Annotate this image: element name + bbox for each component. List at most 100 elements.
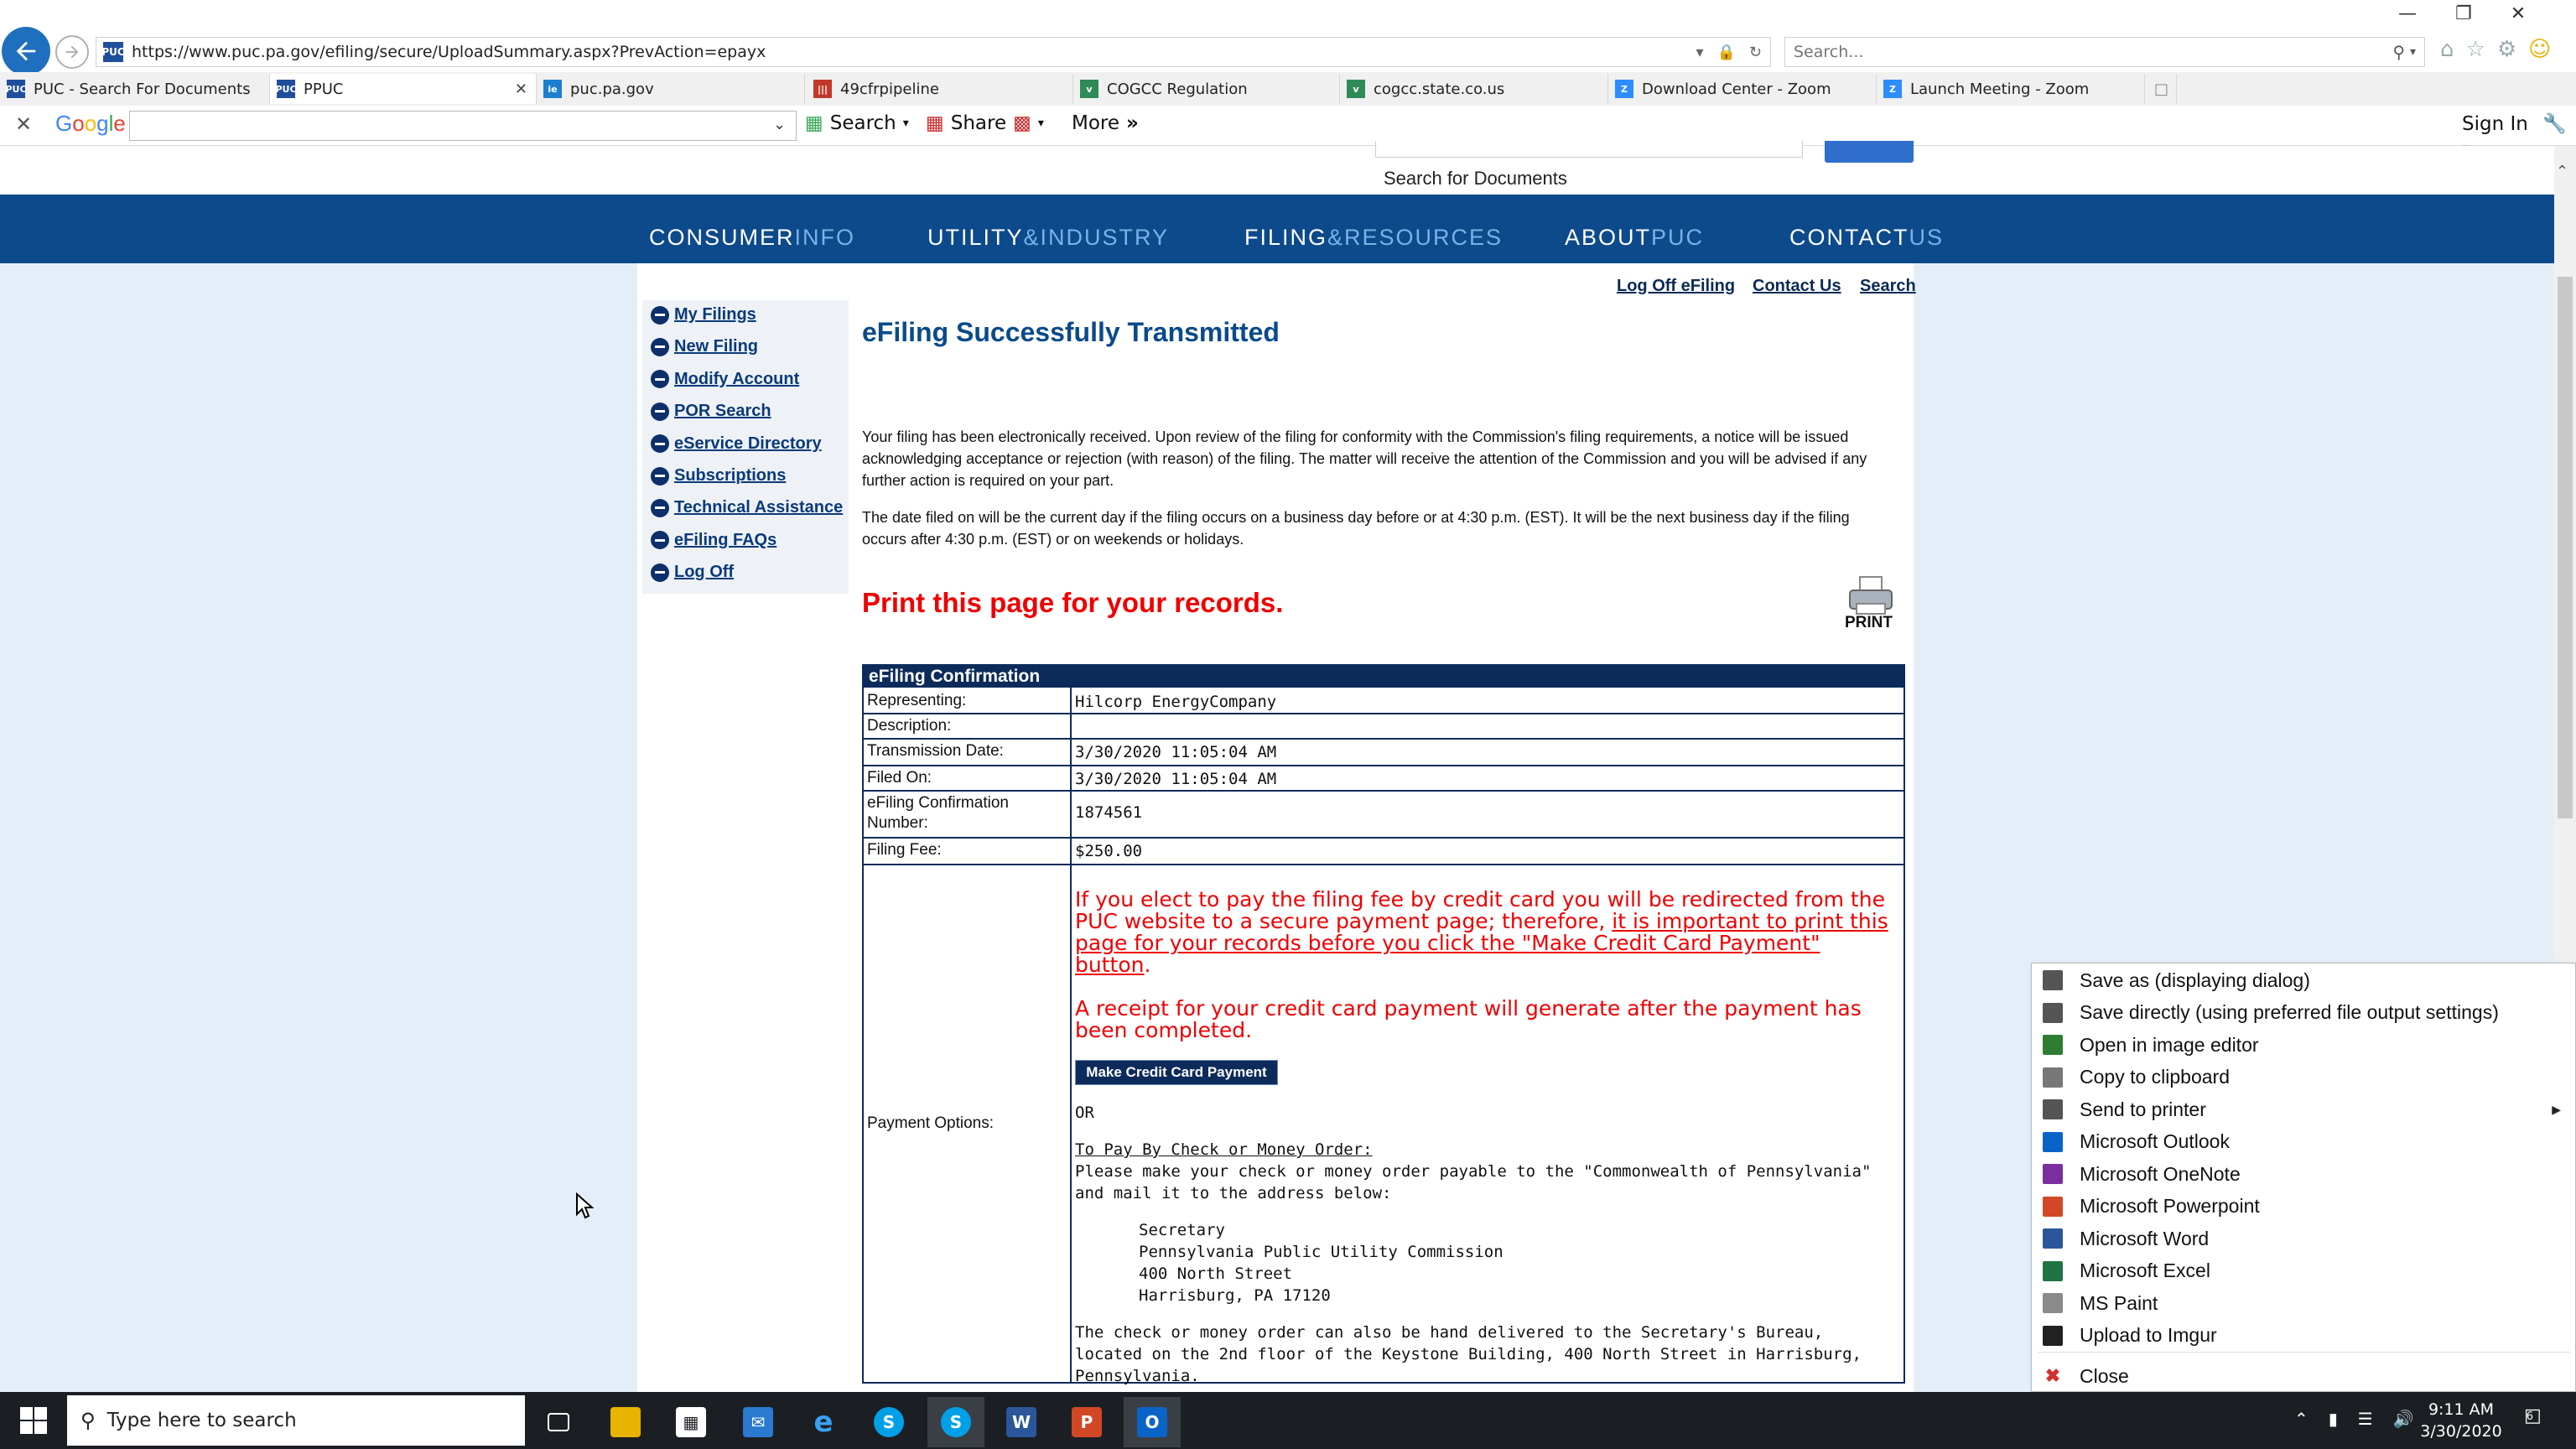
sidebar-link[interactable]: Log Off [651,563,734,582]
sidebar-link[interactable]: Subscriptions [651,466,786,486]
tab-item[interactable]: v COGCC Regulation [1073,74,1340,104]
make-credit-card-payment-button[interactable]: Make Credit Card Payment [1075,1060,1278,1085]
tab-label: puc.pa.gov [570,80,654,98]
skype-business-icon[interactable]: S [927,1397,984,1447]
context-menu-item[interactable]: Microsoft Excel [2033,1255,2574,1287]
taskbar-clock[interactable]: 9:11 AM 3/30/2020 [2407,1399,2516,1442]
sidebar-link[interactable]: My Filings [651,305,756,325]
url-text[interactable]: https://www.puc.pa.gov/efiling/secure/Up… [132,43,1696,61]
context-menu-item[interactable]: Save as (displaying dialog) [2033,964,2574,996]
context-menu-item[interactable]: Microsoft Outlook [2033,1126,2574,1158]
chevron-down-icon[interactable]: ▾ [2410,45,2416,59]
context-menu-item[interactable]: Microsoft Word [2033,1223,2574,1254]
dropdown-arrow-icon[interactable]: ▾ [1696,44,1703,61]
google-logo: Google [55,111,126,136]
context-menu-item[interactable]: Upload to Imgur [2033,1320,2574,1352]
browser-search-input[interactable] [1794,43,2393,61]
submenu-arrow-icon: ▶ [2552,1102,2561,1116]
tab-item[interactable]: Z Launch Meeting - Zoom [1877,74,2145,104]
new-tab-icon[interactable]: □ [2147,74,2177,104]
internet-explorer-icon[interactable]: e [795,1397,852,1447]
tab-item[interactable]: v cogcc.state.co.us [1340,74,1608,104]
sidebar-link[interactable]: eFiling FAQs [651,531,776,550]
print-label[interactable]: PRINT [1845,614,1893,632]
nav-about-puc[interactable]: ABOUTPUC [1565,225,1704,251]
battery-icon[interactable]: ▮ [2329,1409,2338,1429]
contact-us-link[interactable]: Contact Us [1753,277,1841,296]
skype-icon[interactable]: S [860,1397,917,1447]
windows-start-icon[interactable] [18,1405,49,1436]
home-icon[interactable]: ⌂ [2440,37,2454,62]
context-menu-item[interactable]: Open in image editor [2033,1029,2574,1061]
google-search-button[interactable]: ▦ Search ▾ [805,112,909,134]
mail-icon[interactable]: ✉ [730,1397,787,1447]
sidebar-link[interactable]: New Filing [651,337,758,356]
tab-item[interactable]: Z Download Center - Zoom [1608,74,1877,104]
back-button[interactable] [2,27,50,75]
scroll-up-icon[interactable]: ⌃ [2556,163,2568,180]
tab-close-icon[interactable]: ✕ [515,80,527,98]
context-menu-item[interactable]: Save directly (using preferred file outp… [2033,997,2574,1029]
wifi-icon[interactable]: ☰ [2358,1409,2373,1429]
restore-icon[interactable]: ❐ [2455,3,2472,24]
share-button[interactable]: ▦ Share ▩ ▾ [926,112,1044,134]
context-menu-item[interactable]: Microsoft OneNote [2033,1158,2574,1190]
context-menu-item[interactable]: MS Paint [2033,1287,2574,1319]
taskbar-search-box[interactable]: ⚲ Type here to search [67,1395,525,1446]
back-arrow-icon [16,41,36,61]
context-menu-item[interactable]: Microsoft Powerpoint [2033,1191,2574,1223]
smiley-feedback-icon[interactable]: ☺ [2528,37,2551,62]
favorites-star-icon[interactable]: ☆ [2466,37,2485,62]
sidebar-link-label: Modify Account [674,369,800,388]
sidebar-link[interactable]: eService Directory [651,434,822,454]
sidebar-link[interactable]: POR Search [651,402,771,421]
scrollbar-thumb[interactable] [2558,277,2573,818]
refresh-icon[interactable]: ↻ [1749,44,1762,61]
wrench-icon[interactable]: 🔧 [2542,113,2567,135]
tab-item[interactable]: ie puc.pa.gov [537,74,805,104]
tab-item[interactable]: PUC PUC - Search For Documents [0,74,270,104]
outlook-icon[interactable]: O [1124,1397,1181,1447]
tab-item[interactable]: ||| 49cfrpipeline [807,74,1073,104]
search-icon[interactable]: ⚲ [2392,42,2405,62]
chevron-up-icon[interactable]: ⌃ [2294,1409,2309,1429]
task-view-icon[interactable] [530,1397,587,1447]
document-search-input[interactable] [1375,141,1803,158]
lock-icon[interactable]: 🔒 [1716,44,1735,61]
log-off-efiling-link[interactable]: Log Off eFiling [1617,277,1735,296]
context-menu-item[interactable]: Copy to clipboard [2033,1062,2574,1093]
browser-search-box[interactable]: ⚲ ▾ [1784,37,2425,67]
file-explorer-icon[interactable] [597,1397,654,1447]
nav-filing-resources[interactable]: FILING&RESOURCES [1244,225,1503,251]
sidebar-link-label: New Filing [674,337,758,356]
context-menu-item[interactable]: Send to printer ▶ [2033,1093,2574,1125]
search-link[interactable]: Search [1860,277,1916,296]
hand-delivery-note: The check or money order can also be han… [1075,1323,1862,1385]
sidebar-link[interactable]: Technical Assistance [651,498,843,517]
chevron-down-icon[interactable]: ⌄ [773,116,786,133]
minus-circle-icon [651,466,669,486]
google-search-input[interactable] [129,111,797,141]
minus-circle-icon [651,434,669,454]
tab-label: PUC - Search For Documents [34,80,251,98]
close-window-icon[interactable]: ✕ [2511,3,2526,24]
nav-consumer-info[interactable]: CONSUMERINFO [649,225,855,251]
document-search-button[interactable] [1825,141,1914,163]
store-icon[interactable]: ▦ [662,1397,719,1447]
context-menu-item[interactable]: ✖ Close [2033,1360,2574,1392]
context-menu-label: Open in image editor [2080,1033,2259,1056]
word-icon[interactable]: W [993,1397,1050,1447]
sidebar-link[interactable]: Modify Account [651,370,799,389]
settings-gear-icon[interactable]: ⚙ [2497,37,2516,62]
nav-utility-industry[interactable]: UTILITY&INDUSTRY [927,225,1169,251]
tab-item[interactable]: PUC PPUC ✕ [270,74,537,104]
google-search-icon: ▦ [805,112,823,134]
notifications-icon[interactable]: □6 [2524,1405,2558,1436]
nav-contact-us[interactable]: CONTACTUS [1789,225,1944,251]
powerpoint-icon[interactable]: P [1058,1397,1115,1447]
forward-button[interactable] [55,35,89,69]
more-button[interactable]: More » [1072,112,1139,134]
address-bar[interactable]: PUC https://www.puc.pa.gov/efiling/secur… [96,37,1771,67]
minimize-icon[interactable]: — [2398,3,2417,24]
toolbar-close-icon[interactable]: ✕ [15,112,32,136]
